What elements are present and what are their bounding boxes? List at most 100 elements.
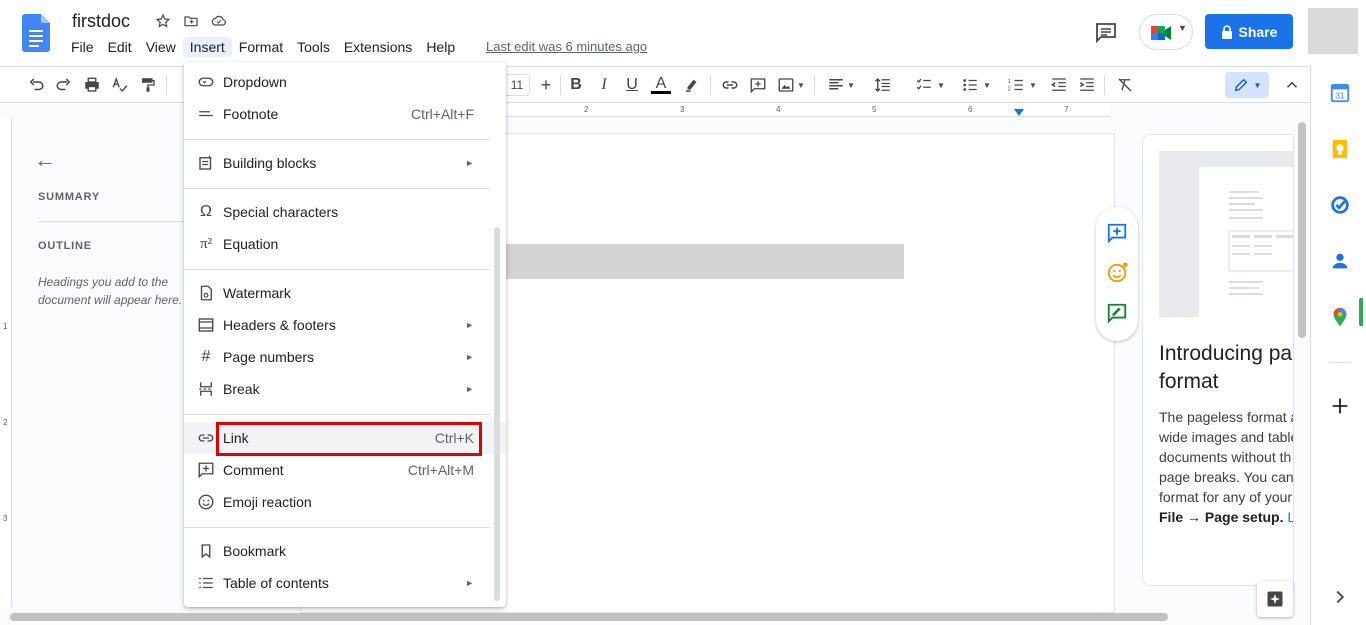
pencil-icon <box>1234 78 1247 92</box>
tasks-icon[interactable] <box>1329 194 1351 216</box>
keep-icon[interactable] <box>1329 138 1351 160</box>
ruler-mark: 7 <box>1064 105 1069 114</box>
highlight-color-icon[interactable] <box>682 75 702 95</box>
menu-item-bookmark[interactable]: Bookmark <box>184 535 506 567</box>
menu-item-page-numbers[interactable]: # Page numbers ► <box>184 341 506 373</box>
add-addon-icon[interactable] <box>1329 395 1351 417</box>
insert-image-icon[interactable]: ▼ <box>776 75 806 95</box>
avatar[interactable] <box>1308 8 1358 54</box>
menu-item-label: Emoji reaction <box>223 494 312 510</box>
docs-logo-icon[interactable] <box>22 14 50 52</box>
share-label: Share <box>1238 23 1278 40</box>
numbered-list-icon[interactable]: 1 2 ▼ <box>1004 75 1040 95</box>
menu-divider <box>184 527 490 528</box>
link-icon <box>196 428 216 448</box>
building-blocks-icon <box>196 153 216 173</box>
menu-item-label: Footnote <box>223 106 279 122</box>
add-comment-icon[interactable] <box>748 75 768 95</box>
menu-edit[interactable]: Edit <box>101 37 139 57</box>
redo-icon[interactable] <box>54 75 74 95</box>
menu-extensions[interactable]: Extensions <box>337 37 419 57</box>
vertical-scrollbar[interactable] <box>1298 122 1306 338</box>
comment-history-icon[interactable] <box>1094 20 1118 44</box>
toc-icon <box>196 573 216 593</box>
cloud-status-icon[interactable] <box>210 12 228 30</box>
menu-divider <box>184 414 490 415</box>
contacts-icon[interactable] <box>1329 250 1351 272</box>
menu-item-label: Special characters <box>223 204 339 220</box>
emoji-reaction-float-icon[interactable] <box>1106 262 1128 284</box>
menu-item-dropdown[interactable]: Dropdown <box>184 66 506 98</box>
calendar-icon[interactable]: 31 <box>1329 82 1351 104</box>
menu-item-footnote[interactable]: Footnote Ctrl+Alt+F <box>184 98 506 130</box>
last-edit-link[interactable]: Last edit was 6 minutes ago <box>486 39 647 54</box>
menu-item-equation[interactable]: π² Equation <box>184 228 506 260</box>
ruler-mark: 5 <box>872 105 877 114</box>
menu-item-watermark[interactable]: Watermark <box>184 277 506 309</box>
share-button[interactable]: Share <box>1205 14 1293 49</box>
menu-item-label: Building blocks <box>223 155 317 171</box>
back-arrow-icon[interactable]: ← <box>34 147 56 173</box>
menu-item-comment[interactable]: Comment Ctrl+Alt+M <box>184 454 506 486</box>
ruler-mark: 3 <box>680 105 685 114</box>
ruler-mark: 4 <box>776 105 781 114</box>
menu-item-emoji-reaction[interactable]: Emoji reaction <box>184 486 506 518</box>
suggest-edits-float-icon[interactable] <box>1106 302 1128 324</box>
menu-item-break[interactable]: Break ► <box>184 373 506 405</box>
font-size-field[interactable]: 11 <box>504 74 530 96</box>
increase-indent-icon[interactable] <box>1076 75 1098 95</box>
checklist-icon[interactable]: ▼ <box>912 75 948 95</box>
watermark-icon <box>196 283 216 303</box>
menu-item-label: Dropdown <box>223 74 287 90</box>
clear-formatting-icon[interactable] <box>1114 75 1136 95</box>
menu-item-label: Bookmark <box>223 543 287 559</box>
learn-more-link[interactable]: Le <box>1287 509 1293 525</box>
text-color-icon[interactable]: A <box>650 75 672 95</box>
move-folder-icon[interactable] <box>182 12 200 30</box>
card-line: The pageless format a <box>1159 409 1294 425</box>
submenu-arrow-icon: ► <box>465 578 474 588</box>
meet-button[interactable]: ▼ <box>1139 14 1193 50</box>
menu-scrollbar[interactable] <box>494 227 500 601</box>
explore-button[interactable] <box>1257 581 1293 617</box>
maps-icon[interactable] <box>1329 306 1351 328</box>
spellcheck-icon[interactable] <box>110 75 130 95</box>
menu-file[interactable]: File <box>64 37 101 57</box>
italic-icon[interactable]: I <box>594 75 614 95</box>
menu-divider <box>184 188 490 189</box>
insert-link-icon[interactable] <box>720 75 740 95</box>
paint-format-icon[interactable] <box>138 75 158 95</box>
omega-icon: Ω <box>200 203 212 220</box>
active-rail-indicator <box>1359 298 1363 326</box>
increase-font-icon[interactable]: + <box>536 75 556 95</box>
menu-item-headers-footers[interactable]: Headers & footers ► <box>184 309 506 341</box>
menu-help[interactable]: Help <box>419 37 462 57</box>
add-comment-float-icon[interactable] <box>1106 222 1128 244</box>
editing-mode-button[interactable]: ▼ <box>1225 72 1269 98</box>
undo-icon[interactable] <box>26 75 46 95</box>
menu-item-building-blocks[interactable]: Building blocks ► <box>184 147 506 179</box>
menu-bar: File Edit View Insert Format Tools Exten… <box>64 37 462 57</box>
selected-text-block[interactable]: g <box>497 244 904 279</box>
line-spacing-icon[interactable] <box>872 75 894 95</box>
underline-icon[interactable]: U <box>622 75 642 95</box>
align-icon[interactable]: ▼ <box>826 75 856 95</box>
menu-item-table-of-contents[interactable]: Table of contents ► <box>184 567 506 599</box>
document-title[interactable]: firstdoc <box>72 11 130 32</box>
horizontal-scrollbar[interactable] <box>10 613 1168 621</box>
bold-icon[interactable]: B <box>566 75 586 95</box>
card-line: page breaks. You can <box>1159 469 1294 485</box>
right-indent-marker[interactable] <box>1014 109 1024 116</box>
menu-format[interactable]: Format <box>232 37 290 57</box>
collapse-toolbar-icon[interactable] <box>1282 75 1302 95</box>
print-icon[interactable] <box>82 75 102 95</box>
chevron-right-icon[interactable] <box>1329 586 1351 608</box>
menu-tools[interactable]: Tools <box>290 37 337 57</box>
decrease-indent-icon[interactable] <box>1048 75 1070 95</box>
menu-item-special-characters[interactable]: Ω Special characters <box>184 196 506 228</box>
bulleted-list-icon[interactable]: ▼ <box>958 75 994 95</box>
ruler-mark: 6 <box>968 105 973 114</box>
menu-view[interactable]: View <box>139 37 183 57</box>
star-icon[interactable] <box>154 12 172 30</box>
menu-insert[interactable]: Insert <box>182 37 232 57</box>
